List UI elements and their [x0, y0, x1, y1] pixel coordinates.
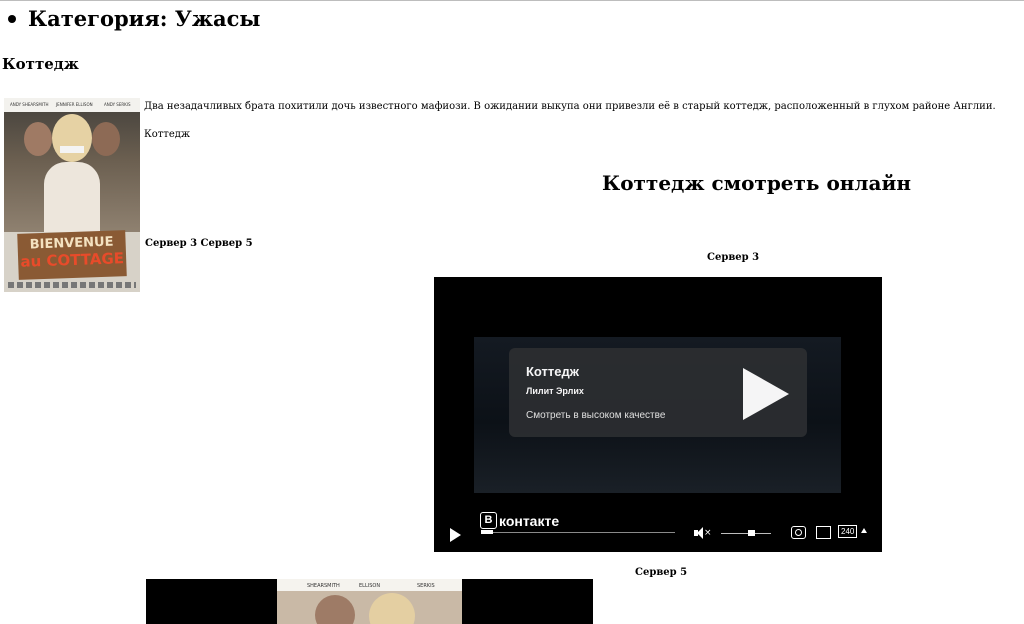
vk-logo[interactable]: В контакте	[480, 512, 559, 529]
poster-actor: ELLISON	[359, 583, 381, 589]
poster-credits	[8, 282, 136, 288]
movie-poster[interactable]: ANDY SHEARSMITH JENNIFER ELLISON ANDY SE…	[4, 98, 140, 292]
progress-fill	[481, 530, 493, 534]
video-title[interactable]: Коттедж	[526, 364, 579, 379]
video-author[interactable]: Лилит Эрлих	[526, 386, 584, 396]
video-2-poster: SHEARSMITH ELLISON SERKIS	[277, 579, 462, 624]
poster-gag	[60, 146, 84, 153]
vk-badge-icon: В	[480, 512, 497, 529]
category-item[interactable]: Категория: Ужасы	[8, 6, 261, 31]
video-player-2[interactable]: SHEARSMITH ELLISON SERKIS	[146, 579, 593, 624]
bullet-icon	[8, 14, 16, 23]
server-5-label: Сервер 5	[635, 567, 688, 578]
poster-actor: ANDY SERKIS	[104, 102, 131, 107]
poster-face	[315, 595, 355, 624]
server-links[interactable]: Сервер 3 Сервер 5	[145, 238, 253, 249]
poster-sign: BIENVENUE au COTTAGE	[17, 230, 127, 280]
speaker-cone	[697, 527, 703, 539]
poster-actor: JENNIFER ELLISON	[56, 102, 93, 107]
mute-icon[interactable]: ×	[694, 527, 712, 539]
poster-actors: ANDY SHEARSMITH JENNIFER ELLISON ANDY SE…	[4, 98, 140, 112]
movie-description: Два незадачливых брата похитили дочь изв…	[144, 101, 996, 112]
poster-photo	[4, 112, 140, 232]
play-button-icon[interactable]	[450, 528, 461, 542]
top-border	[0, 0, 1024, 1]
movie-title[interactable]: Коттедж	[2, 55, 79, 73]
poster-face	[52, 114, 92, 162]
poster-face	[369, 593, 415, 624]
player-controls: В контакте × 240	[434, 507, 882, 552]
category-title[interactable]: Категория: Ужасы	[28, 6, 261, 31]
video-player[interactable]: Коттедж Лилит Эрлих Смотреть в высоком к…	[434, 277, 882, 552]
video-info-card[interactable]: Коттедж Лилит Эрлих Смотреть в высоком к…	[509, 348, 807, 437]
poster-actor: ANDY SHEARSMITH	[10, 102, 49, 107]
watch-online-heading: Коттедж смотреть онлайн	[602, 171, 911, 195]
poster-sign-line: au COTTAGE	[20, 249, 125, 271]
server-3-label: Сервер 3	[707, 252, 760, 263]
poster-figure	[44, 162, 100, 232]
poster-actor: SERKIS	[417, 583, 435, 589]
hq-link[interactable]: Смотреть в высоком качестве	[526, 410, 665, 421]
chevron-up-icon[interactable]	[861, 528, 867, 533]
poster-actors: SHEARSMITH ELLISON SERKIS	[277, 579, 462, 591]
volume-slider[interactable]	[721, 533, 771, 534]
movie-alt-title: Коттедж	[144, 129, 191, 140]
hd-icon[interactable]	[791, 526, 806, 539]
volume-thumb[interactable]	[748, 530, 755, 536]
poster-face	[24, 122, 52, 156]
poster-face	[92, 122, 120, 156]
play-icon[interactable]	[743, 368, 789, 420]
category-list: Категория: Ужасы	[8, 6, 261, 31]
progress-bar[interactable]	[481, 530, 675, 534]
fullscreen-icon[interactable]	[816, 526, 831, 539]
vk-brand-text: контакте	[499, 512, 560, 529]
quality-selector[interactable]: 240	[838, 525, 858, 538]
mute-glyph: ×	[704, 528, 712, 538]
poster-actor: SHEARSMITH	[307, 583, 340, 589]
